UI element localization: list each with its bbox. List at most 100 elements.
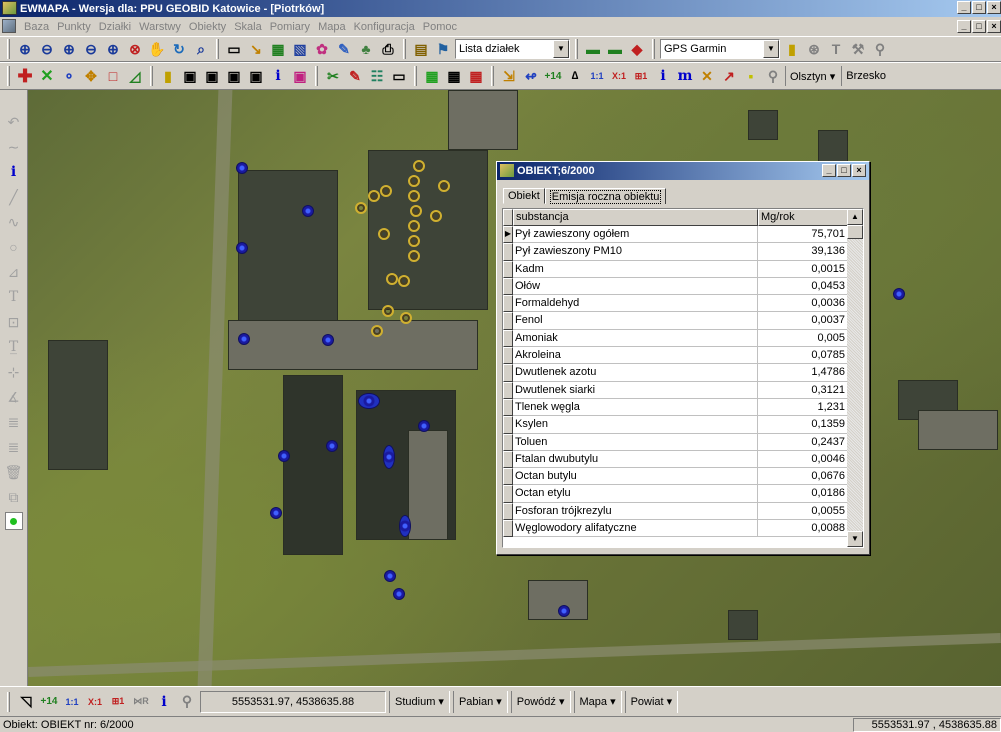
map-point-marker[interactable] xyxy=(378,228,390,240)
table-row[interactable]: Dwutlenek azotu 1,4786 xyxy=(503,364,863,382)
printer-icon[interactable]: ⎙ xyxy=(378,39,398,59)
image-icon[interactable]: ▧ xyxy=(290,39,310,59)
print-preview-icon[interactable]: ▭ xyxy=(224,39,244,59)
row-header[interactable] xyxy=(503,450,513,469)
hatch2-icon[interactable]: ≣ xyxy=(3,437,25,457)
row-header[interactable] xyxy=(503,416,513,434)
emission-value-cell[interactable]: 0,005 xyxy=(758,329,849,348)
point-icon[interactable] xyxy=(4,512,23,530)
map-point-marker[interactable] xyxy=(430,210,442,222)
row-header[interactable] xyxy=(503,243,513,261)
dropdown-powodz[interactable]: Powódź ▾ xyxy=(510,690,571,713)
angle-icon[interactable]: ∡ xyxy=(3,387,25,407)
table-row[interactable]: Octan butylu 0,0676 xyxy=(503,468,863,486)
pick-icon[interactable]: ✂ xyxy=(323,66,343,86)
menu-dzialki[interactable]: Działki xyxy=(95,21,135,33)
paint-bucket-icon[interactable]: ✎ xyxy=(345,66,365,86)
search-icon[interactable]: ⌕ xyxy=(191,39,211,59)
map-point-marker[interactable] xyxy=(400,312,412,324)
map-object-marker[interactable] xyxy=(383,445,395,469)
emission-value-cell[interactable]: 0,0088 xyxy=(758,520,849,538)
map-point-marker[interactable] xyxy=(382,305,394,317)
map-object-marker[interactable] xyxy=(893,288,905,300)
map-point-marker[interactable] xyxy=(355,202,367,214)
list-icon[interactable]: ▤ xyxy=(411,39,431,59)
toolbar-grip[interactable] xyxy=(7,66,10,86)
substance-cell[interactable]: Formaldehyd xyxy=(513,295,758,313)
polygon-icon[interactable]: ◿ xyxy=(125,66,145,86)
close-button[interactable]: × xyxy=(987,1,1001,14)
screen-icon[interactable]: ▭ xyxy=(389,66,409,86)
document-icon[interactable] xyxy=(2,19,16,33)
paint-icon[interactable]: ✎ xyxy=(334,39,354,59)
emission-value-cell[interactable]: 0,0046 xyxy=(758,450,849,469)
mdi-maximize-button[interactable]: □ xyxy=(972,20,986,33)
circle-icon[interactable]: ○ xyxy=(3,237,25,257)
dialog-title-bar[interactable]: OBIEKT;6/2000 _ □ × xyxy=(497,162,869,180)
map-object-marker[interactable] xyxy=(558,605,570,617)
substance-cell[interactable]: Ołów xyxy=(513,277,758,296)
table-row[interactable]: Ołów 0,0453 xyxy=(503,277,863,296)
scale-grid-icon[interactable]: ⊞1 xyxy=(631,66,651,86)
toolbar-grip[interactable] xyxy=(216,39,219,59)
scale-x-icon[interactable]: X:1 xyxy=(85,692,105,712)
text-tool-icon[interactable]: T xyxy=(826,39,846,59)
info-object-icon[interactable]: i xyxy=(268,66,288,86)
row-header[interactable] xyxy=(503,295,513,313)
map-point-marker[interactable] xyxy=(408,175,420,187)
map-point-marker[interactable] xyxy=(408,235,420,247)
row-header[interactable] xyxy=(503,485,513,503)
map-object-marker[interactable] xyxy=(358,393,380,409)
map-point-marker[interactable] xyxy=(371,325,383,337)
redo-icon[interactable]: ∼ xyxy=(3,137,25,157)
delete-icon[interactable]: ✕ xyxy=(37,66,57,86)
tab-emisja[interactable]: Emisja roczna obiektu xyxy=(544,188,667,204)
emission-value-cell[interactable]: 0,2437 xyxy=(758,433,849,451)
target-icon[interactable]: ⊛ xyxy=(804,39,824,59)
label14-icon[interactable]: +14 xyxy=(543,66,563,86)
toolbar-grip[interactable] xyxy=(7,39,10,59)
table-row[interactable]: Amoniak 0,005 xyxy=(503,329,863,348)
emission-value-cell[interactable]: 0,3121 xyxy=(758,381,849,399)
lasso-icon[interactable]: ↫ xyxy=(521,66,541,86)
polyline-icon[interactable]: ∿ xyxy=(3,212,25,232)
dim-icon[interactable]: ⊹ xyxy=(3,362,25,382)
zoom-previous-icon[interactable]: ⊖ xyxy=(81,39,101,59)
rectangle-icon[interactable]: □ xyxy=(103,66,123,86)
substance-cell[interactable]: Fenol xyxy=(513,312,758,330)
substance-cell[interactable]: Dwutlenek azotu xyxy=(513,364,758,382)
arrow-icon[interactable]: ↗ xyxy=(719,66,739,86)
scroll-down-button[interactable]: ▼ xyxy=(847,531,863,547)
tools-icon[interactable]: ⚒ xyxy=(848,39,868,59)
scale-1-1-icon[interactable]: 1:1 xyxy=(587,66,607,86)
dot-icon[interactable]: ▪ xyxy=(741,66,761,86)
road2-icon[interactable]: ▬ xyxy=(605,39,625,59)
emission-value-cell[interactable]: 1,231 xyxy=(758,398,849,417)
door-icon[interactable]: ▮ xyxy=(158,66,178,86)
map-point-marker[interactable] xyxy=(438,180,450,192)
road-icon[interactable]: ▬ xyxy=(583,39,603,59)
substance-cell[interactable]: Ftalan dwubutylu xyxy=(513,450,758,469)
row-header[interactable] xyxy=(503,260,513,278)
map-point-marker[interactable] xyxy=(413,160,425,172)
menu-warstwy[interactable]: Warstwy xyxy=(135,21,185,33)
grid-dark-icon[interactable]: ▦ xyxy=(444,66,464,86)
zoom-out-icon[interactable]: ⊖ xyxy=(37,39,57,59)
row-header[interactable] xyxy=(503,520,513,538)
menu-baza[interactable]: Baza xyxy=(20,21,53,33)
text-edit-icon[interactable]: T̲ xyxy=(3,337,25,357)
substance-cell[interactable]: Kadm xyxy=(513,260,758,278)
map-object-marker[interactable] xyxy=(236,162,248,174)
copy-icon[interactable]: ⧉ xyxy=(3,487,25,507)
gps-combo[interactable]: GPS Garmin ▼ xyxy=(660,39,780,59)
zoom-in-icon[interactable]: ⊕ xyxy=(15,39,35,59)
map-object-marker[interactable] xyxy=(326,440,338,452)
table-row[interactable]: Octan etylu 0,0186 xyxy=(503,485,863,503)
toolbar-grip[interactable] xyxy=(575,39,578,59)
refresh-icon[interactable]: ↻ xyxy=(169,39,189,59)
grid-green-icon[interactable]: ▦ xyxy=(422,66,442,86)
menu-pomoc[interactable]: Pomoc xyxy=(419,21,461,33)
cross-icon[interactable]: ✕ xyxy=(697,66,717,86)
table-row[interactable]: Ksylen 0,1359 xyxy=(503,416,863,434)
car-icon[interactable]: ◆ xyxy=(627,39,647,59)
